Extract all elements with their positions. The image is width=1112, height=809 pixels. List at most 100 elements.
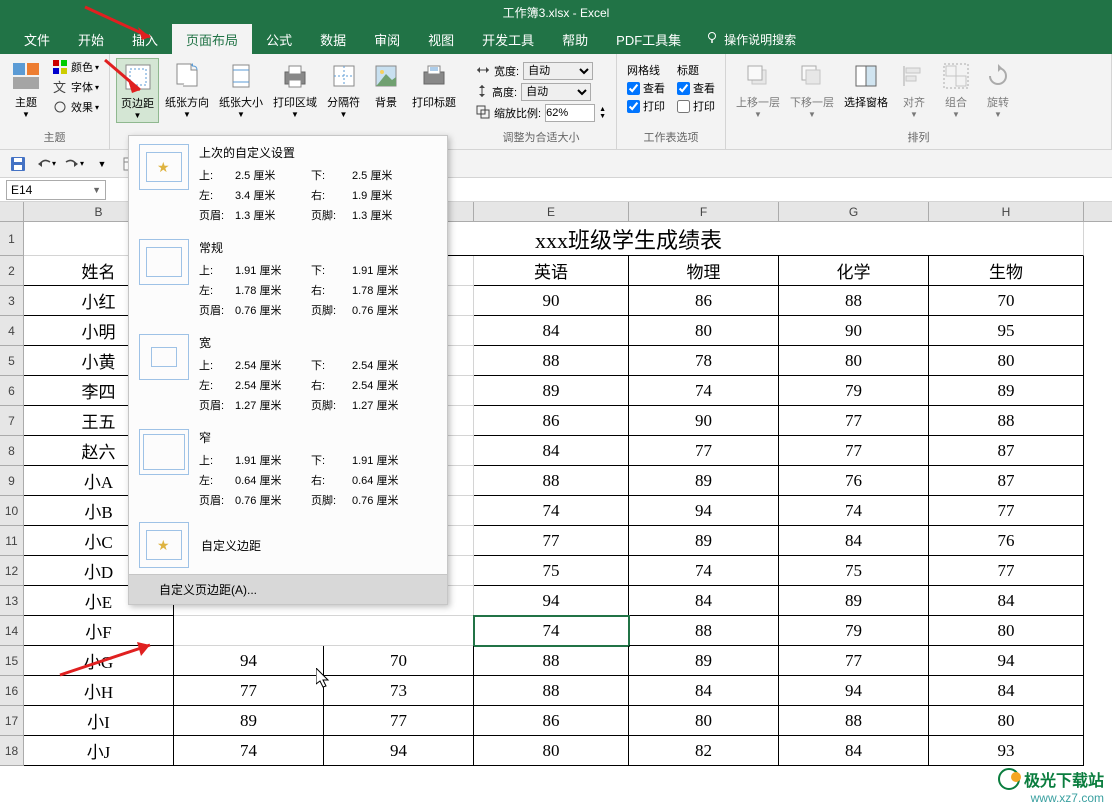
cell[interactable]: 77 — [779, 646, 929, 676]
row-header-5[interactable]: 5 — [0, 346, 23, 376]
cell[interactable]: 94 — [929, 646, 1084, 676]
cell[interactable]: 80 — [629, 316, 779, 346]
cell[interactable]: 78 — [629, 346, 779, 376]
row-header-3[interactable]: 3 — [0, 286, 23, 316]
cell[interactable]: 小F — [24, 616, 174, 646]
cell[interactable]: 小I — [24, 706, 174, 736]
cell[interactable]: 84 — [629, 586, 779, 616]
themes-button[interactable]: 主题 ▼ — [6, 58, 46, 121]
row-header-9[interactable]: 9 — [0, 466, 23, 496]
cell[interactable]: 86 — [474, 706, 629, 736]
tab-file[interactable]: 文件 — [10, 24, 64, 55]
col-header-E[interactable]: E — [474, 202, 629, 221]
cell[interactable]: 生物 — [929, 256, 1084, 286]
cell[interactable]: 73 — [324, 676, 474, 706]
cell[interactable]: 76 — [779, 466, 929, 496]
group-button[interactable]: 组合▼ — [936, 58, 976, 121]
cell[interactable]: 84 — [474, 316, 629, 346]
tab-help[interactable]: 帮助 — [548, 24, 602, 55]
gridlines-view-checkbox[interactable]: 查看 — [627, 80, 665, 96]
cell[interactable]: 77 — [779, 436, 929, 466]
cell[interactable]: 89 — [629, 646, 779, 676]
tab-review[interactable]: 审阅 — [360, 24, 414, 55]
height-select[interactable]: 自动 — [521, 83, 591, 101]
cell[interactable]: 80 — [929, 706, 1084, 736]
cell[interactable]: 77 — [929, 496, 1084, 526]
size-button[interactable]: 纸张大小▼ — [215, 58, 267, 121]
row-header-8[interactable]: 8 — [0, 436, 23, 466]
row-header-14[interactable]: 14 — [0, 616, 23, 646]
selection-pane-button[interactable]: 选择窗格 — [840, 58, 892, 112]
cell[interactable]: 77 — [629, 436, 779, 466]
cell[interactable]: 74 — [779, 496, 929, 526]
cell[interactable]: 80 — [929, 616, 1084, 646]
cell[interactable]: 84 — [474, 436, 629, 466]
width-select[interactable]: 自动 — [523, 62, 593, 80]
cell[interactable]: 93 — [929, 736, 1084, 766]
cell[interactable]: 94 — [174, 646, 324, 676]
cell[interactable]: 90 — [779, 316, 929, 346]
cell[interactable]: 84 — [929, 676, 1084, 706]
cell[interactable]: 84 — [779, 736, 929, 766]
cell[interactable]: 90 — [474, 286, 629, 316]
cell[interactable]: 77 — [324, 706, 474, 736]
print-titles-button[interactable]: 打印标题 — [408, 58, 460, 112]
cell[interactable]: 94 — [324, 736, 474, 766]
cell[interactable]: 89 — [929, 376, 1084, 406]
cell[interactable]: 88 — [474, 346, 629, 376]
cell[interactable]: 英语 — [474, 256, 629, 286]
tab-developer[interactable]: 开发工具 — [468, 24, 548, 55]
cell[interactable]: 94 — [779, 676, 929, 706]
row-header-6[interactable]: 6 — [0, 376, 23, 406]
cell[interactable]: 88 — [474, 646, 629, 676]
cell[interactable]: 94 — [629, 496, 779, 526]
cell[interactable]: 94 — [474, 586, 629, 616]
cell[interactable]: 80 — [779, 346, 929, 376]
margins-preset-last[interactable]: ★ 上次的自定义设置 上:2.5 厘米下:2.5 厘米 左:3.4 厘米右:1.… — [129, 136, 447, 231]
cell[interactable]: 74 — [629, 556, 779, 586]
row-header-16[interactable]: 16 — [0, 676, 23, 706]
cell[interactable]: 79 — [779, 376, 929, 406]
tab-view[interactable]: 视图 — [414, 24, 468, 55]
headings-view-checkbox[interactable]: 查看 — [677, 80, 715, 96]
cell[interactable]: 87 — [929, 436, 1084, 466]
col-header-G[interactable]: G — [779, 202, 929, 221]
row-header-18[interactable]: 18 — [0, 736, 23, 766]
row-header-15[interactable]: 15 — [0, 646, 23, 676]
cell[interactable]: 80 — [474, 736, 629, 766]
cell[interactable]: 小J — [24, 736, 174, 766]
tab-data[interactable]: 数据 — [306, 24, 360, 55]
cell[interactable]: 88 — [474, 466, 629, 496]
cell[interactable]: 70 — [324, 646, 474, 676]
cell[interactable]: 88 — [474, 676, 629, 706]
print-area-button[interactable]: 打印区域▼ — [269, 58, 321, 121]
cell[interactable]: 84 — [929, 586, 1084, 616]
cell[interactable]: 74 — [629, 376, 779, 406]
cell[interactable]: 74 — [474, 616, 629, 646]
margins-preset-wide[interactable]: 宽 上:2.54 厘米下:2.54 厘米 左:2.54 厘米右:2.54 厘米 … — [129, 326, 447, 421]
cell[interactable]: 89 — [174, 706, 324, 736]
effects-button[interactable]: 效果▾ — [48, 98, 103, 116]
cell[interactable]: 90 — [629, 406, 779, 436]
cell[interactable]: 89 — [779, 586, 929, 616]
cell[interactable]: 77 — [174, 676, 324, 706]
rotate-button[interactable]: 旋转▼ — [978, 58, 1018, 121]
redo-button[interactable]: ▾ — [64, 154, 84, 174]
margins-preset-normal[interactable]: 常规 上:1.91 厘米下:1.91 厘米 左:1.78 厘米右:1.78 厘米… — [129, 231, 447, 326]
cell[interactable]: 77 — [474, 526, 629, 556]
cell[interactable]: 84 — [779, 526, 929, 556]
cell[interactable] — [174, 616, 474, 646]
cell[interactable]: 82 — [629, 736, 779, 766]
cell[interactable]: 79 — [779, 616, 929, 646]
cell[interactable]: 88 — [779, 706, 929, 736]
headings-print-checkbox[interactable]: 打印 — [677, 98, 715, 114]
cell[interactable]: 86 — [474, 406, 629, 436]
cell[interactable]: 74 — [474, 496, 629, 526]
save-button[interactable] — [8, 154, 28, 174]
cell[interactable]: 小H — [24, 676, 174, 706]
row-header-10[interactable]: 10 — [0, 496, 23, 526]
col-header-H[interactable]: H — [929, 202, 1084, 221]
row-header-2[interactable]: 2 — [0, 256, 23, 286]
cell[interactable]: 物理 — [629, 256, 779, 286]
colors-button[interactable]: 颜色▾ — [48, 58, 103, 76]
